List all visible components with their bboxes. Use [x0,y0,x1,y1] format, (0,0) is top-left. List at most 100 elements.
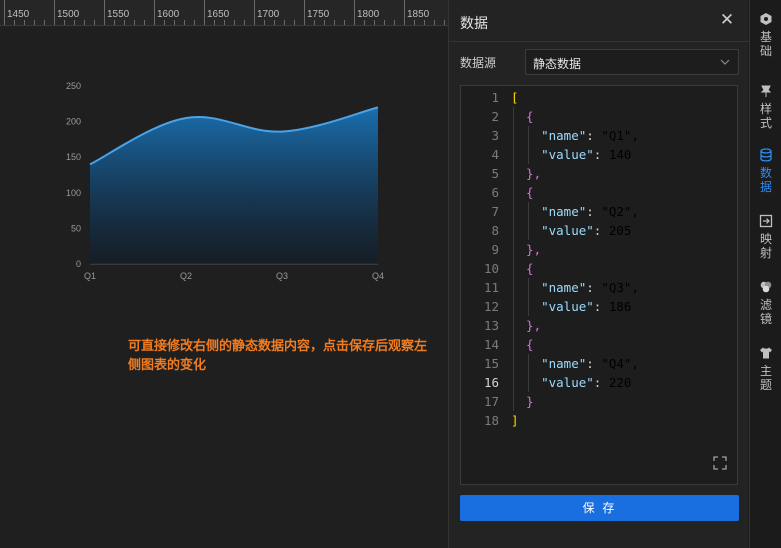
panel-header: 数据 ✕ [449,0,749,42]
line-number: 17 [483,394,499,409]
ruler-tick [104,0,105,25]
ruler-tick [314,20,315,25]
close-icon[interactable]: ✕ [717,10,737,30]
code-line: 16 "value": 220 [461,373,737,392]
tab-database[interactable]: 数据 [750,148,781,208]
code-text: [ [511,90,519,105]
pin-icon [760,85,772,97]
ruler-tick [264,20,265,25]
line-number: 15 [483,356,499,371]
tab-mapping[interactable]: 映射 [750,214,781,274]
tab-label: 滤镜 [760,298,773,326]
code-text: "name": "Q2", [541,204,639,219]
ruler-tick [164,20,165,25]
line-number: 10 [483,261,499,276]
x-tick-label: Q4 [372,271,384,281]
tab-shirt[interactable]: 主题 [750,346,781,406]
line-number: 6 [491,185,499,200]
ruler-tick [194,20,195,25]
ruler-tick [334,20,335,25]
code-text: }, [511,318,542,333]
tab-label: 映射 [760,232,773,260]
ruler-tick [234,20,235,25]
ruler-label: 1650 [207,9,230,20]
json-code-editor[interactable]: 1[2 {3 "name": "Q1", 4 "value": 140 5 }, 6 … [460,85,738,485]
data-source-select[interactable]: 静态数据 [525,49,739,75]
ruler-tick [364,20,365,25]
save-button[interactable]: 保 存 [460,495,739,521]
indent-guide [528,278,529,316]
ruler-label: 1800 [357,9,380,20]
tab-label: 样式 [760,102,773,130]
ruler-tick [424,20,425,25]
code-line: 14 { [461,335,737,354]
line-number: 2 [491,109,499,124]
shirt-icon [760,347,772,359]
ruler-tick [444,20,445,25]
indent-guide [528,354,529,392]
ruler-tick [24,20,25,25]
ruler-label: 1600 [157,9,180,20]
tab-pin[interactable]: 样式 [750,84,781,144]
ruler-tick [274,20,275,25]
y-tick-label: 200 [66,117,81,127]
code-text: { [511,185,534,200]
line-number: 13 [483,318,499,333]
code-line: 6 { [461,183,737,202]
code-line: 11 "name": "Q3", [461,278,737,297]
ruler-tick [394,20,395,25]
design-canvas[interactable]: 1450 1500 1550 1600 1650 1700 1750 1800 1850 0 50… [0,0,448,548]
data-source-label: 数据源 [460,56,497,70]
chevron-down-icon [720,59,730,65]
x-tick-label: Q1 [84,271,96,281]
indent-guide [528,126,529,164]
code-line: 5 }, [461,164,737,183]
ruler-tick [214,20,215,25]
ruler-label: 1850 [407,9,430,20]
code-text: { [511,109,534,124]
ruler-tick [294,20,295,25]
x-tick-label: Q2 [180,271,192,281]
y-tick-label: 0 [76,259,81,269]
y-tick-label: 100 [66,188,81,198]
code-line: 15 "name": "Q4", [461,354,737,373]
ruler-tick [114,20,115,25]
y-tick-label: 150 [66,152,81,162]
tab-filter[interactable]: 滤镜 [750,280,781,340]
code-text: "value": 220 [541,375,632,390]
ruler-tick [124,20,125,25]
ruler-tick [244,20,245,25]
horizontal-ruler: 1450 1500 1550 1600 1650 1700 1750 1800 1850 [0,0,448,26]
ruler-tick [34,20,35,25]
ruler-tick [404,0,405,25]
ruler-tick [184,20,185,25]
code-text: }, [511,242,542,257]
code-text: ] [511,413,519,428]
database-icon [760,148,772,162]
y-tick-label: 50 [71,223,81,233]
data-source-value: 静态数据 [533,57,582,71]
ruler-label: 1500 [57,9,80,20]
ruler-tick [144,20,145,25]
ruler-tick [74,20,75,25]
fullscreen-icon[interactable] [713,456,727,470]
tab-hexagon[interactable]: 基础 [750,12,781,72]
tab-label: 主题 [760,364,773,392]
filter-icon [760,281,772,293]
ruler-label: 1750 [307,9,330,20]
code-line: 7 "name": "Q2", [461,202,737,221]
ruler-tick [14,20,15,25]
ruler-tick [344,20,345,25]
app-root: 1450 1500 1550 1600 1650 1700 1750 1800 1850 0 50… [0,0,781,548]
area-chart[interactable]: 0 50 100 150 200 250 Q1 Q2 Q3 Q4 [60,78,400,288]
code-text: } [511,394,534,409]
line-number: 8 [491,223,499,238]
ruler-label: 1450 [7,9,30,20]
chart-svg: 0 50 100 150 200 250 Q1 Q2 Q3 Q4 [66,81,384,281]
code-text: "value": 205 [541,223,632,238]
line-number: 1 [491,90,499,105]
line-number: 14 [483,337,499,352]
data-panel: 数据 ✕ 数据源 静态数据 1[2 {3 "name": "Q1", 4 "val… [448,0,749,548]
tab-label: 基础 [760,30,773,58]
line-number: 5 [491,166,499,181]
